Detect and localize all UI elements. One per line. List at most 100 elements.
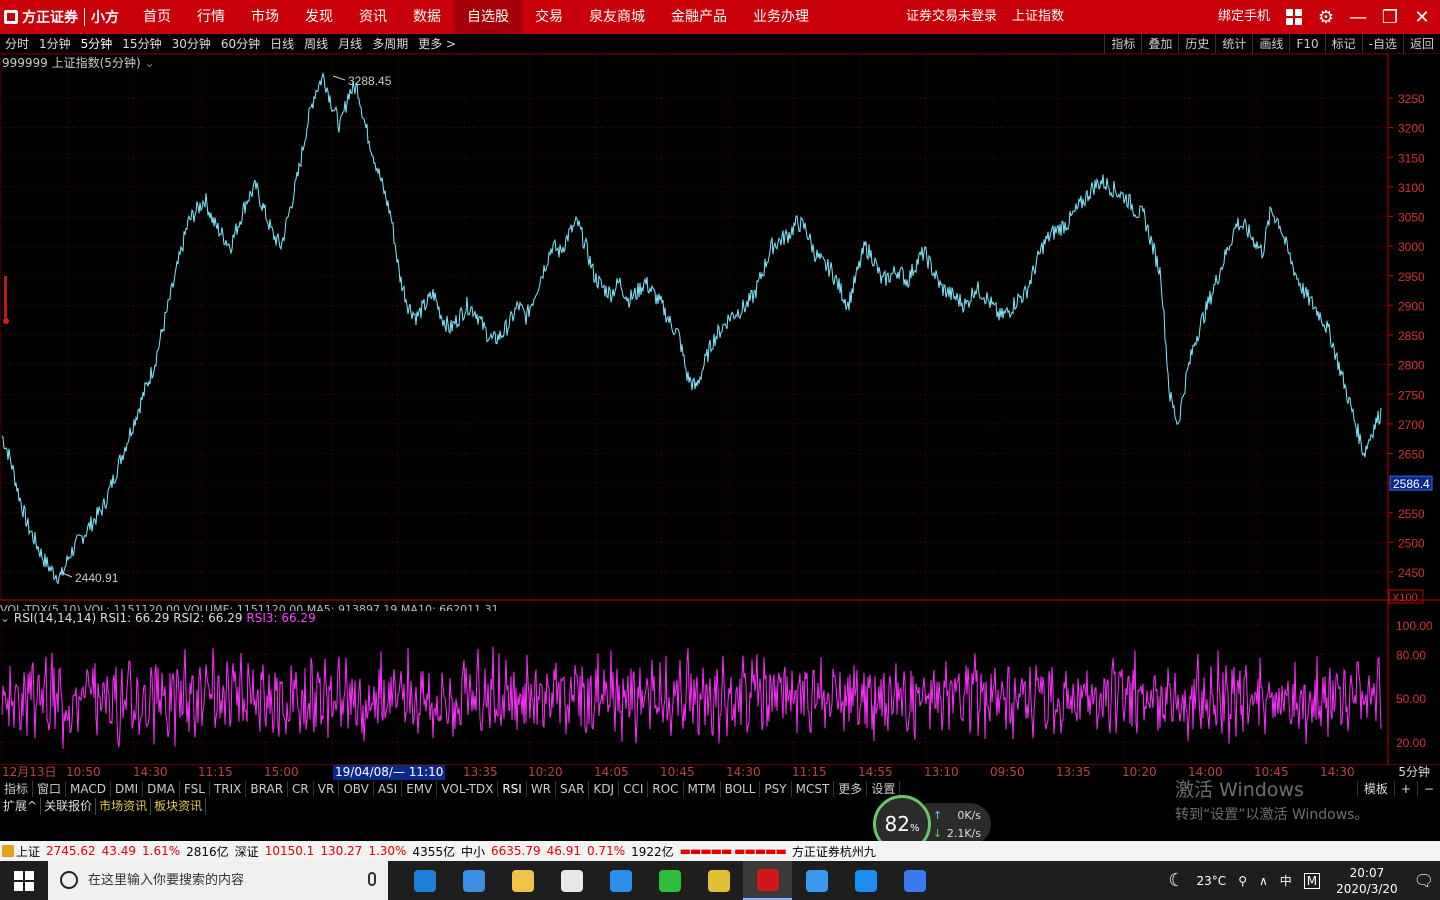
start-windows-icon[interactable] [14,871,34,891]
sz-label[interactable]: 深证 [235,843,259,860]
clock[interactable]: 20:07 2020/3/20 [1336,865,1398,897]
zx-label[interactable]: 中小 [461,843,485,860]
taskbar-app-6[interactable] [694,861,743,900]
taskbar-search[interactable]: 在这里输入你要搜索的内容 [48,861,388,900]
indicator-tab-14[interactable]: RSI [498,781,527,797]
indicator-tab-12[interactable]: EMV [402,781,438,797]
period-tab-9[interactable]: 多周期 [367,34,413,54]
indicator-tab-9[interactable]: VR [314,781,340,797]
tool-button-2[interactable]: 历史 [1178,34,1215,54]
tool-button-1[interactable]: 叠加 [1141,34,1178,54]
chart-area[interactable]: 3250 3200 3150 3100 3050 3000 2950 2900 2850 2800… [0,54,1440,765]
nav-item-2[interactable]: 市场 [238,0,292,34]
tool-button-6[interactable]: 标记 [1324,34,1362,54]
indicator-tab-0[interactable]: 指标 [0,781,34,797]
tool-button-8[interactable]: 返回 [1402,34,1440,54]
ime-lang[interactable]: 中 [1280,872,1292,889]
period-tab-1[interactable]: 1分钟 [34,34,76,54]
nav-item-0[interactable]: 首页 [130,0,184,34]
taskbar-app-4[interactable] [596,861,645,900]
tool-button-4[interactable]: 画线 [1252,34,1289,54]
broker-name: 方正证券杭州九 [791,844,876,859]
sh-label[interactable]: 上证 [16,843,40,860]
app-grid-icon[interactable] [1286,9,1302,25]
ime-mode[interactable]: M [1303,872,1321,889]
period-tab-3[interactable]: 15分钟 [117,34,166,54]
taskbar-app-7[interactable] [743,861,792,900]
extra-tab-2[interactable]: 市场资讯 [96,798,152,815]
indicator-tab-3[interactable]: DMI [111,781,144,797]
indicator-tab-13[interactable]: VOL-TDX [437,781,499,797]
tool-button-5[interactable]: F10 [1289,34,1324,54]
indicator-tab-17[interactable]: KDJ [589,781,620,797]
bind-phone-link[interactable]: 绑定手机 [1218,0,1270,34]
indicator-tab-16[interactable]: SAR [556,781,590,797]
taskbar-app-3[interactable] [547,861,596,900]
microphone-icon[interactable] [368,872,376,886]
taskbar-app-9[interactable] [841,861,890,900]
nav-item-10[interactable]: 业务办理 [740,0,822,34]
template-button-2[interactable]: − [1416,781,1440,797]
chevron-down-icon[interactable]: ⌄ [144,56,154,70]
chevron-up-icon[interactable]: ∧ [1259,874,1268,888]
taskbar-app-5[interactable] [645,861,694,900]
trade-status-link[interactable]: 证券交易未登录 [906,0,997,34]
indicator-tab-15[interactable]: WR [527,781,557,797]
minimize-icon[interactable]: — [1342,7,1374,28]
period-tab-7[interactable]: 周线 [299,34,333,54]
taskbar-app-2[interactable] [498,861,547,900]
indicator-tab-11[interactable]: ASI [374,781,403,797]
indicator-tab-22[interactable]: PSY [760,781,792,797]
indicator-tab-18[interactable]: CCI [619,781,649,797]
indicator-tab-19[interactable]: ROC [648,781,684,797]
rsi-chevron-icon[interactable]: ⌄ [0,611,10,625]
index-name-link[interactable]: 上证指数 [1012,0,1064,34]
indicator-tab-7[interactable]: BRAR [246,781,289,797]
period-tab-2[interactable]: 5分钟 [76,34,118,54]
indicator-tab-8[interactable]: CR [288,781,314,797]
period-tab-4[interactable]: 30分钟 [167,34,216,54]
indicator-tab-5[interactable]: FSL [180,781,210,797]
indicator-tab-10[interactable]: OBV [339,781,374,797]
nav-item-8[interactable]: 泉友商城 [576,0,658,34]
nav-item-1[interactable]: 行情 [184,0,238,34]
extra-tab-0[interactable]: 扩展^ [0,798,42,815]
nav-item-3[interactable]: 发现 [292,0,346,34]
indicator-tab-6[interactable]: TRIX [210,781,247,797]
indicator-tab-20[interactable]: MTM [684,781,721,797]
maximize-icon[interactable]: ❐ [1374,7,1406,28]
taskbar-app-8[interactable] [792,861,841,900]
close-icon[interactable]: ✕ [1406,7,1438,28]
period-label[interactable]: 5分钟 [1398,765,1430,780]
settings-gear-icon[interactable]: ⚙ [1310,7,1342,28]
indicator-tab-1[interactable]: 窗口 [33,781,67,797]
moon-weather-icon: ☾ [1168,870,1185,891]
notification-icon[interactable]: 🗨 [1414,871,1434,890]
period-tab-10[interactable]: 更多 > [413,34,461,54]
period-tab-8[interactable]: 月线 [333,34,367,54]
price-tick-label-8: 2850 [1398,329,1425,343]
nav-item-5[interactable]: 数据 [400,0,454,34]
period-tab-6[interactable]: 日线 [265,34,299,54]
tool-button-0[interactable]: 指标 [1104,34,1141,54]
taskbar-app-1[interactable] [449,861,498,900]
period-tab-5[interactable]: 60分钟 [216,34,265,54]
indicator-tab-21[interactable]: BOLL [721,781,761,797]
indicator-tab-2[interactable]: MACD [66,781,112,797]
tool-button-3[interactable]: 统计 [1215,34,1252,54]
extra-tab-3[interactable]: 板块资讯 [151,798,207,815]
nav-item-7[interactable]: 交易 [522,0,576,34]
tool-button-7[interactable]: -自选 [1361,34,1403,54]
indicator-tab-24[interactable]: 更多 [834,781,868,797]
extra-tab-1[interactable]: 关联报价 [41,798,97,815]
template-button-1[interactable]: + [1393,781,1417,797]
period-tab-0[interactable]: 分时 [0,34,34,54]
indicator-tab-23[interactable]: MCST [792,781,835,797]
taskbar-app-0[interactable] [400,861,449,900]
indicator-tab-4[interactable]: DMA [143,781,180,797]
nav-item-6[interactable]: 自选股 [454,0,522,34]
nav-item-4[interactable]: 资讯 [346,0,400,34]
nav-item-9[interactable]: 金融产品 [658,0,740,34]
people-icon[interactable]: ⚲ [1238,874,1247,888]
taskbar-app-10[interactable] [890,861,939,900]
